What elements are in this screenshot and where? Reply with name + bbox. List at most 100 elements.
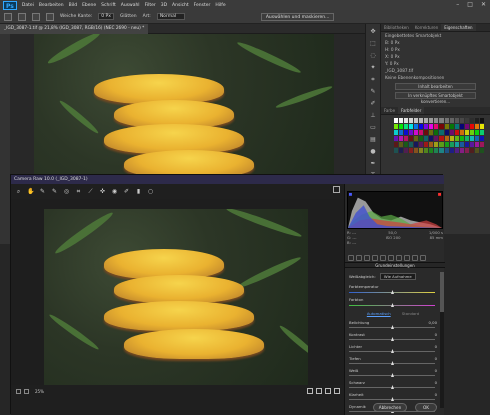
marquee-icon[interactable]: ⬚ [369,39,378,48]
color-swatch[interactable] [449,142,454,147]
color-swatch[interactable] [399,136,404,141]
color-swatch[interactable] [404,118,409,123]
close-icon[interactable]: ✕ [481,1,486,8]
pen-icon[interactable]: ✒ [369,159,378,168]
menu-item-ansicht[interactable]: Ansicht [172,3,189,8]
slider-value[interactable]: 0 [435,332,437,337]
menu-item-3d[interactable]: 3D [161,3,167,8]
color-swatch[interactable] [439,130,444,135]
menu-item-datei[interactable]: Datei [22,3,34,8]
color-swatch[interactable] [409,124,414,129]
color-swatch[interactable] [419,124,424,129]
color-swatch[interactable] [394,130,399,135]
hsl-icon[interactable] [372,255,378,261]
adjustment-brush-icon[interactable]: ✐ [123,188,130,195]
slider-value[interactable]: 0 [435,368,437,373]
color-swatch[interactable] [444,124,449,129]
slider-track[interactable] [349,373,435,377]
default-button[interactable]: Standard [402,311,419,316]
zoom-icon[interactable]: ⌕ [15,188,22,195]
edit-contents-button[interactable]: Inhalt bearbeiten [395,83,476,90]
color-swatch[interactable] [464,148,469,153]
slider-value[interactable]: 0 [435,392,437,397]
color-swatch[interactable] [464,142,469,147]
color-swatch[interactable] [469,148,474,153]
menu-item-schrift[interactable]: Schrift [101,3,116,8]
gradient-icon[interactable]: ▤ [369,135,378,144]
maximize-icon[interactable]: □ [467,1,473,8]
color-swatch[interactable] [474,142,479,147]
color-swatch[interactable] [429,124,434,129]
add-selection-icon[interactable] [32,12,40,21]
red-eye-icon[interactable]: ◉ [111,188,118,195]
color-swatch[interactable] [464,130,469,135]
color-swatch[interactable] [399,118,404,123]
color-swatch[interactable] [404,136,409,141]
color-swatch[interactable] [449,130,454,135]
color-swatch[interactable] [454,142,459,147]
menu-item-bearbeiten[interactable]: Bearbeiten [39,3,64,8]
color-swatch[interactable] [414,142,419,147]
feather-input[interactable]: 0 Px [98,13,114,20]
eyedropper-icon[interactable]: ✎ [369,87,378,96]
color-swatch[interactable] [394,136,399,141]
convert-linked-button[interactable]: In verknüpftes Smartobjekt konvertieren.… [395,92,476,104]
color-swatch[interactable] [479,118,484,123]
new-selection-icon[interactable] [18,12,26,21]
lens-icon[interactable] [388,255,394,261]
color-swatch[interactable] [474,124,479,129]
target-adjust-icon[interactable]: ◎ [63,188,70,195]
color-swatch[interactable] [454,136,459,141]
color-swatch[interactable] [444,130,449,135]
color-swatch[interactable] [439,142,444,147]
color-swatch[interactable] [419,148,424,153]
color-swatch[interactable] [394,124,399,129]
color-swatch[interactable] [479,142,484,147]
copy-settings-icon[interactable] [325,388,331,394]
tint-slider[interactable] [349,303,435,307]
color-swatch[interactable] [414,130,419,135]
swatch-grid[interactable] [394,118,484,153]
color-swatch[interactable] [449,118,454,123]
color-swatch[interactable] [394,148,399,153]
zoom-level[interactable]: 25% [35,389,44,394]
slider-value[interactable]: 0 [435,380,437,385]
color-swatch[interactable] [439,148,444,153]
snapshots-icon[interactable] [420,255,426,261]
color-swatch[interactable] [414,118,419,123]
calibration-icon[interactable] [404,255,410,261]
color-swatch[interactable] [459,136,464,141]
minimize-icon[interactable]: – [456,1,459,8]
color-swatch[interactable] [469,142,474,147]
slider-track[interactable] [349,337,435,341]
color-swatch[interactable] [469,124,474,129]
color-swatch[interactable] [474,148,479,153]
temp-slider[interactable] [349,290,435,294]
antialias-checkbox[interactable]: Glätten [120,14,137,19]
color-swatch[interactable] [464,124,469,129]
color-swatch[interactable] [444,118,449,123]
detail-icon[interactable] [364,255,370,261]
menu-item-auswahl[interactable]: Auswahl [121,3,140,8]
color-swatch[interactable] [399,142,404,147]
color-swatch[interactable] [444,136,449,141]
menu-item-bild[interactable]: Bild [69,3,77,8]
color-swatch[interactable] [434,136,439,141]
zoom-out-icon[interactable] [16,389,21,394]
color-swatch[interactable] [459,130,464,135]
color-swatch[interactable] [424,142,429,147]
color-swatch[interactable] [419,130,424,135]
layer-comps-select[interactable]: Keine Ebenenkompositionen [381,74,490,81]
color-swatch[interactable] [399,124,404,129]
color-swatch[interactable] [429,118,434,123]
style-select[interactable]: Normal [156,13,185,20]
magic-wand-icon[interactable]: ✦ [369,63,378,72]
color-swatch[interactable] [429,148,434,153]
color-swatch[interactable] [439,136,444,141]
color-swatch[interactable] [399,148,404,153]
color-swatch[interactable] [464,136,469,141]
color-swatch[interactable] [394,118,399,123]
menu-item-fenster[interactable]: Fenster [194,3,211,8]
color-swatch[interactable] [429,130,434,135]
ok-button[interactable]: OK [415,403,437,412]
